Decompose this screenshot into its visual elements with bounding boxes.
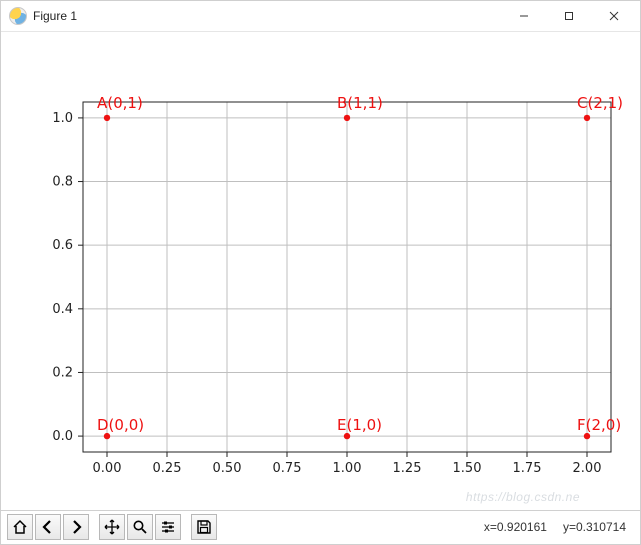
nav-toolbar: x=0.920161 y=0.310714 xyxy=(1,510,640,544)
y-tick-label: 0.6 xyxy=(52,238,73,253)
configure-button[interactable] xyxy=(155,514,181,540)
x-tick-label: 1.75 xyxy=(513,461,542,476)
y-tick-label: 0.8 xyxy=(52,174,73,189)
back-button[interactable] xyxy=(35,514,61,540)
y-tick-label: 0.0 xyxy=(52,429,73,444)
window-title: Figure 1 xyxy=(33,9,501,23)
x-tick-label: 1.25 xyxy=(393,461,422,476)
cursor-status: x=0.920161 y=0.310714 xyxy=(484,520,634,534)
y-ticks: 0.0 0.2 0.4 0.6 0.8 1.0 xyxy=(52,110,83,443)
annotation: C(2,1) xyxy=(577,93,623,111)
chart-svg: 0.000.250.500.751.001.251.501.752.000.00… xyxy=(1,32,640,510)
titlebar: Figure 1 xyxy=(1,1,640,32)
annotation: E(1,0) xyxy=(337,416,382,434)
x-tick-label: 0.25 xyxy=(153,461,182,476)
annotation: F(2,0) xyxy=(577,416,621,434)
maximize-button[interactable] xyxy=(546,2,591,30)
data-point xyxy=(344,114,350,120)
close-button[interactable] xyxy=(591,2,636,30)
x-tick-label: 0.50 xyxy=(213,461,242,476)
y-tick-label: 0.4 xyxy=(52,301,73,316)
save-button[interactable] xyxy=(191,514,217,540)
grid xyxy=(83,102,611,452)
y-tick-label: 1.0 xyxy=(52,110,73,125)
x-ticks: 0.00 0.25 0.50 0.75 1.00 1.25 1.50 1.75 2.00 xyxy=(93,452,602,476)
y-tick-label: 0.2 xyxy=(52,365,73,380)
x-tick-label: 2.00 xyxy=(573,461,602,476)
matplotlib-icon xyxy=(9,7,27,25)
x-tick-label: 0.75 xyxy=(273,461,302,476)
annotation: B(1,1) xyxy=(337,93,383,111)
figure-window: Figure 1 0.00 0.25 0.50 0.75 1.00 1.25 1.50 1.7… xyxy=(0,0,641,545)
minimize-button[interactable] xyxy=(501,2,546,30)
pan-button[interactable] xyxy=(99,514,125,540)
x-tick-label: 1.50 xyxy=(453,461,482,476)
x-tick-label: 1.00 xyxy=(333,461,362,476)
forward-button[interactable] xyxy=(63,514,89,540)
x-tick-label: 0.00 xyxy=(93,461,122,476)
annotation: D(0,0) xyxy=(97,416,144,434)
data-point xyxy=(584,114,590,120)
home-button[interactable] xyxy=(7,514,33,540)
annotation: A(0,1) xyxy=(97,93,143,111)
zoom-button[interactable] xyxy=(127,514,153,540)
data-point xyxy=(104,114,110,120)
cursor-y: y=0.310714 xyxy=(563,520,626,534)
cursor-x: x=0.920161 xyxy=(484,520,547,534)
plot-canvas[interactable]: 0.000.250.500.751.001.251.501.752.000.00… xyxy=(1,32,640,510)
